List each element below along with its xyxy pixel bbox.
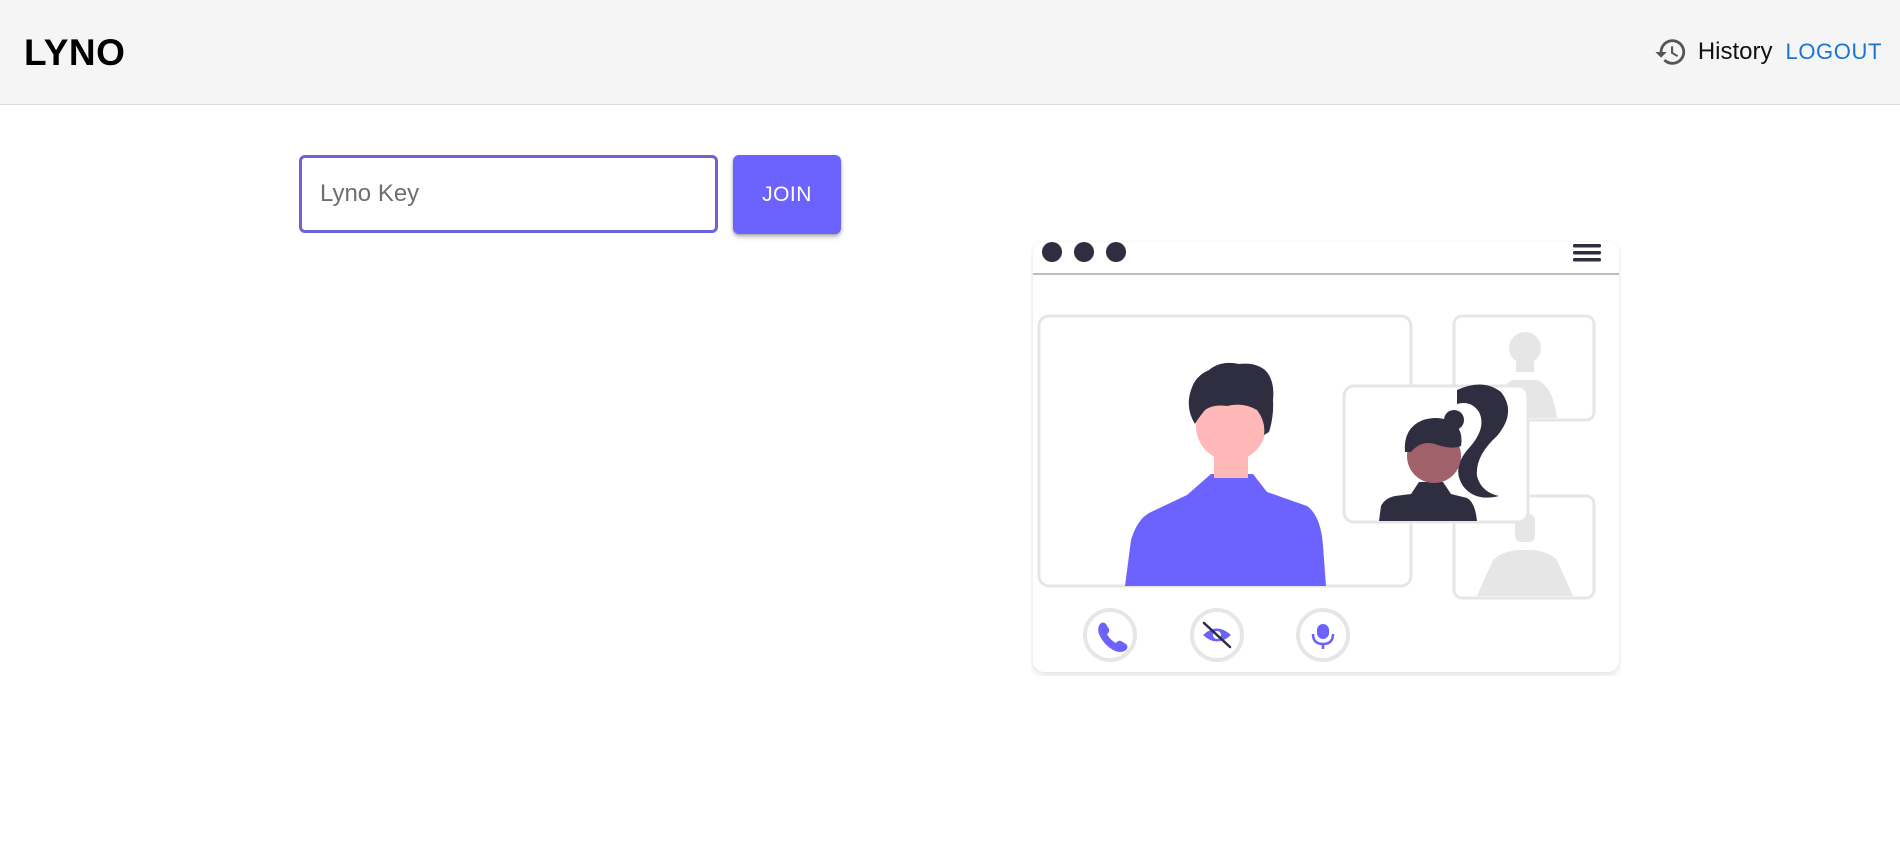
- floating-participant-tile: [1342, 384, 1530, 524]
- history-button[interactable]: History: [1654, 35, 1773, 69]
- microphone-icon: [1296, 608, 1350, 662]
- eye-off-icon: [1190, 608, 1244, 662]
- brand-logo: LYNO: [24, 32, 126, 73]
- hamburger-menu-icon: [1573, 244, 1601, 262]
- logout-button[interactable]: LOGOUT: [1786, 39, 1883, 65]
- lyno-key-input[interactable]: [299, 155, 718, 233]
- history-label: History: [1697, 38, 1773, 65]
- history-icon: [1655, 39, 1685, 65]
- video-call-illustration: [1033, 242, 1619, 672]
- nav-actions: History LOGOUT: [1654, 34, 1882, 70]
- window-controls: [1042, 242, 1126, 262]
- phone-icon: [1083, 608, 1137, 662]
- join-button[interactable]: JOIN: [733, 155, 841, 234]
- app-bar: LYNO History LOGOUT: [0, 0, 1900, 105]
